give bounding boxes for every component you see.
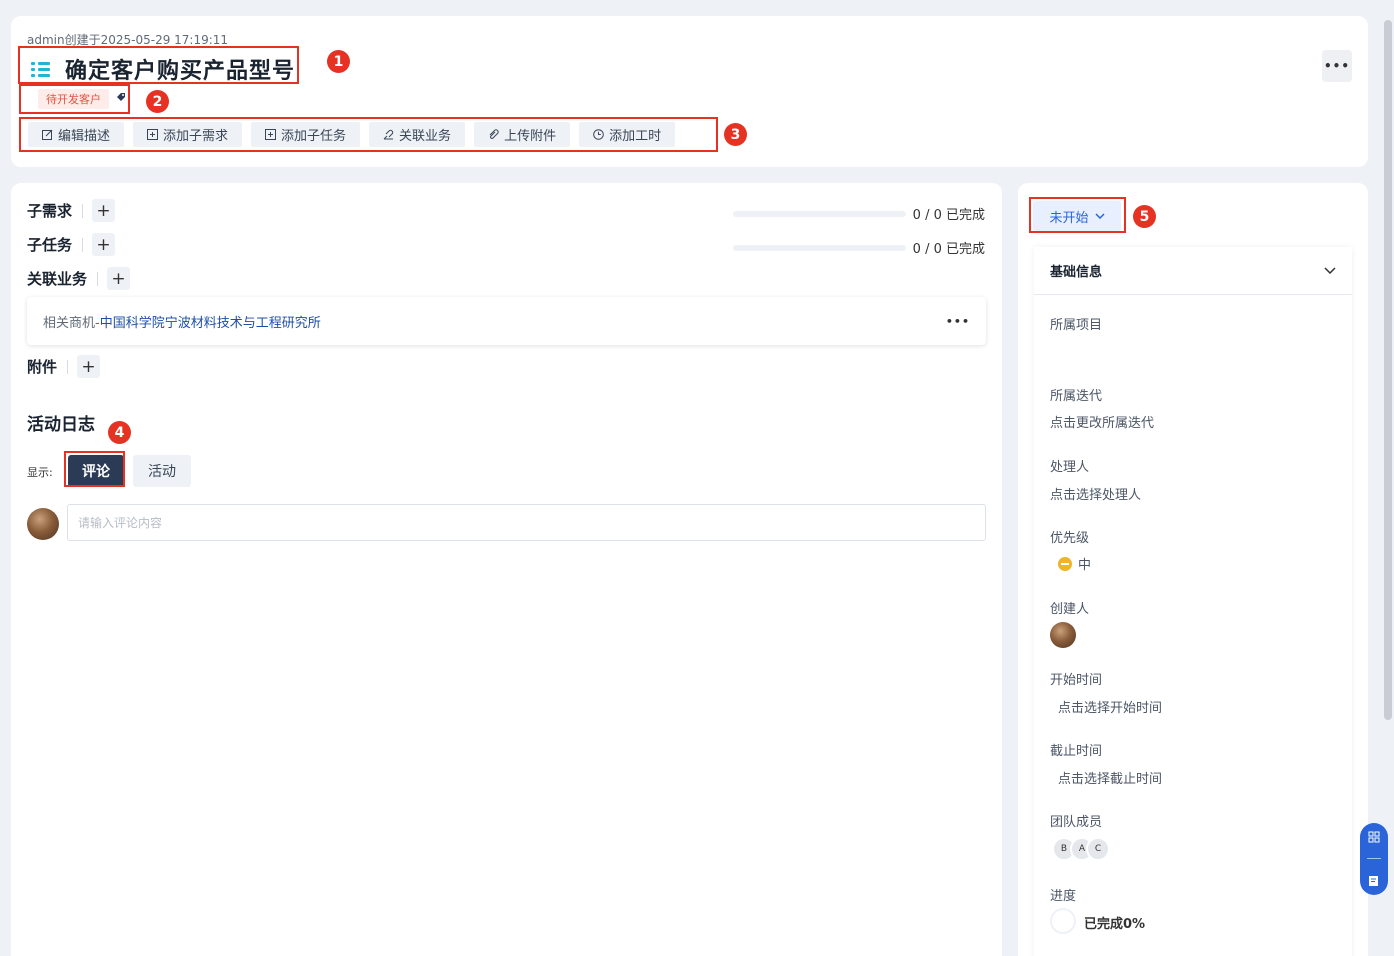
sidebar-card: 未开始 5 基础信息 所属项目 所属迭代 点击更改所属迭代 处理人 点击选择处理… (1018, 183, 1368, 956)
progress-ring (1050, 908, 1076, 934)
annotation-badge-2: 2 (146, 90, 169, 113)
progress-text: 0 / 0 已完成 (912, 208, 985, 223)
progress-value: 已完成0% (1084, 917, 1146, 932)
divider (67, 359, 69, 374)
iteration-value[interactable]: 点击更改所属迭代 (1050, 412, 1154, 431)
comment-input[interactable]: 请输入评论内容 (67, 504, 986, 541)
team-label: 团队成员 (1050, 815, 1103, 830)
divider (82, 203, 84, 218)
business-link[interactable]: 中国科学院宁波材料技术与工程研究所 (100, 312, 321, 331)
related-business-item[interactable]: 相关商机- 中国科学院宁波材料技术与工程研究所 ••• (27, 297, 986, 345)
divider (1367, 858, 1381, 860)
assignee-value[interactable]: 点击选择处理人 (1050, 484, 1141, 503)
deadline-value[interactable]: 点击选择截止时间 (1058, 768, 1162, 787)
attachments-label: 附件 (27, 358, 58, 376)
annotation-badge-5: 5 (1133, 205, 1156, 228)
team-member-avatar[interactable]: C (1086, 837, 1110, 861)
main-card: 子需求 + 0 / 0 已完成 子任务 + 0 / 0 已完成 关联业务 + 相… (11, 183, 1002, 956)
sub-requirements-label: 子需求 (27, 202, 73, 220)
attachments-row: 附件 + (27, 355, 101, 378)
avatar (27, 508, 59, 540)
priority-label: 优先级 (1050, 531, 1090, 546)
priority-text: 中 (1078, 558, 1092, 573)
divider (97, 271, 99, 286)
basic-info-header[interactable]: 基础信息 (1034, 247, 1352, 295)
annotation-box-3 (19, 117, 718, 152)
related-business-label: 关联业务 (27, 270, 88, 288)
header-card: admin创建于2025-05-29 17:19:11 确定客户购买产品型号 1… (11, 16, 1368, 167)
activity-log-title: 活动日志 (27, 415, 95, 435)
add-sub-task-plus[interactable]: + (92, 233, 116, 256)
progress-text: 0 / 0 已完成 (912, 242, 985, 257)
progress-bar (732, 244, 906, 251)
basic-info-title: 基础信息 (1050, 265, 1103, 280)
assignee-label: 处理人 (1050, 460, 1090, 475)
add-related-business-plus[interactable]: + (107, 267, 131, 290)
annotation-box-2 (19, 84, 130, 114)
floating-toolbar[interactable] (1360, 823, 1388, 895)
add-attachment-plus[interactable]: + (77, 355, 101, 378)
annotation-badge-1: 1 (327, 50, 350, 73)
note-edit-icon[interactable] (1368, 875, 1380, 887)
sub-requirements-progress: 0 / 0 已完成 (732, 204, 985, 223)
basic-info-panel: 基础信息 所属项目 所属迭代 点击更改所属迭代 处理人 点击选择处理人 优先级 … (1034, 247, 1352, 956)
priority-medium-icon (1058, 557, 1072, 571)
progress-bar (732, 210, 906, 217)
annotation-box-1 (18, 46, 299, 84)
related-business-row: 关联业务 + (27, 267, 131, 290)
creator-avatar (1050, 622, 1076, 648)
start-time-value[interactable]: 点击选择开始时间 (1058, 697, 1162, 716)
add-sub-requirement-plus[interactable]: + (92, 199, 116, 222)
item-more-button[interactable]: ••• (946, 315, 970, 328)
project-label: 所属项目 (1050, 318, 1103, 333)
sub-tasks-label: 子任务 (27, 236, 73, 254)
sub-tasks-progress: 0 / 0 已完成 (732, 238, 985, 257)
sub-tasks-row: 子任务 + (27, 233, 116, 256)
chevron-down-icon[interactable] (1324, 267, 1336, 274)
annotation-box-5 (1029, 197, 1126, 233)
priority-value[interactable]: 中 (1058, 554, 1091, 573)
deadline-label: 截止时间 (1050, 744, 1103, 759)
divider (82, 237, 84, 252)
annotation-box-4 (64, 451, 125, 487)
progress-label: 进度 (1050, 889, 1077, 904)
apps-icon[interactable] (1368, 831, 1380, 843)
annotation-badge-3: 3 (724, 123, 747, 146)
annotation-badge-4: 4 (108, 421, 131, 444)
sub-requirements-row: 子需求 + (27, 199, 116, 222)
more-button[interactable]: ••• (1322, 50, 1352, 82)
business-prefix: 相关商机- (43, 315, 100, 331)
scrollbar[interactable] (1384, 20, 1392, 720)
tab-activity[interactable]: 活动 (133, 455, 191, 487)
creator-label: 创建人 (1050, 602, 1090, 617)
show-label: 显示: (27, 466, 53, 479)
start-time-label: 开始时间 (1050, 673, 1103, 688)
iteration-label: 所属迭代 (1050, 389, 1103, 404)
